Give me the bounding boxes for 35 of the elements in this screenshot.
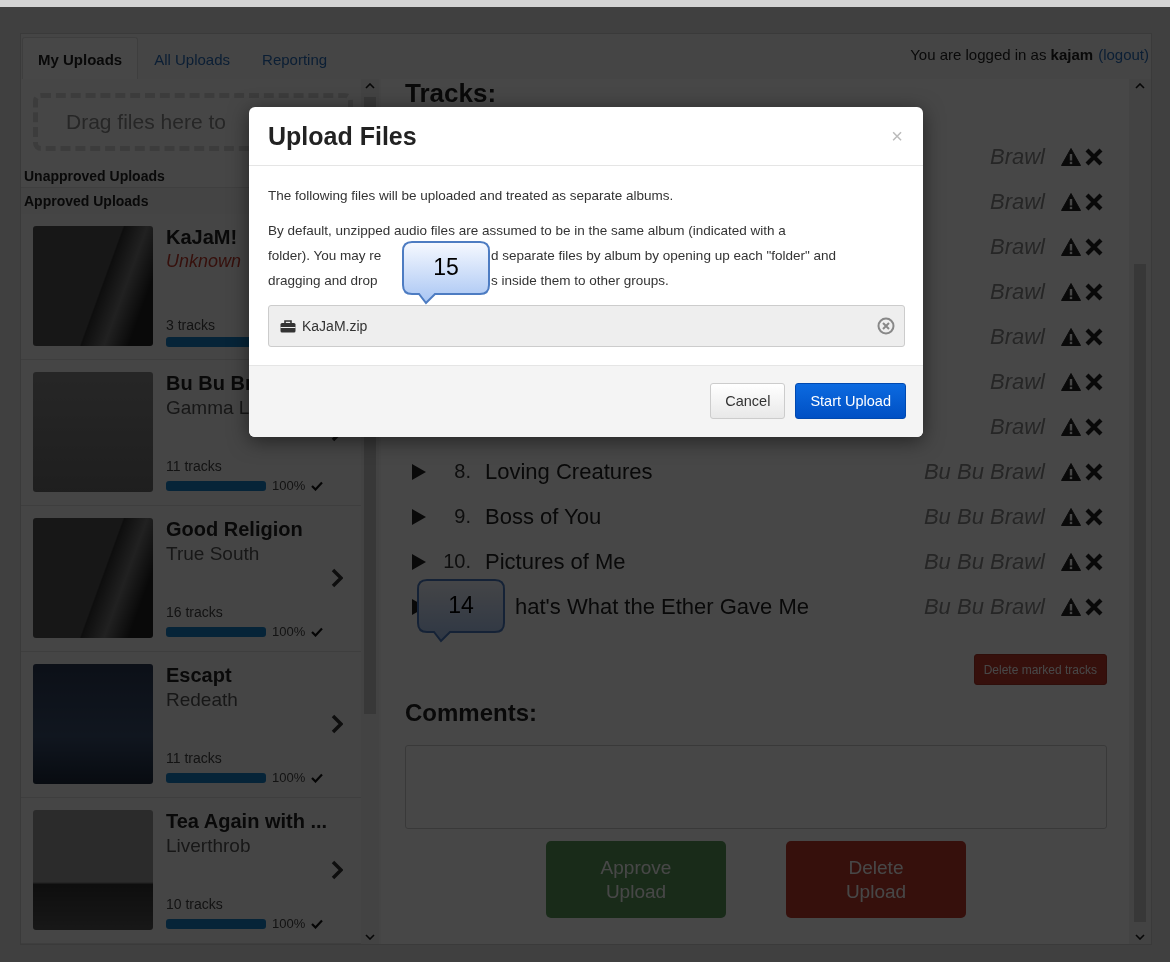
dialog-text: folder). You may re bbox=[268, 247, 383, 265]
album-title: KaJaM! bbox=[166, 226, 238, 249]
dialog-title: Upload Files bbox=[268, 121, 417, 151]
album-artist: Unknown bbox=[166, 251, 242, 272]
album-title: Tea Again with ... bbox=[166, 810, 328, 833]
dialog-text: By default, unzipped audio files are assumed to be in the same album (indicated with a bbox=[268, 223, 786, 238]
remove-icon[interactable] bbox=[877, 317, 895, 335]
track-number: 8. bbox=[454, 460, 471, 482]
track-title: Loving Creatures bbox=[485, 458, 653, 484]
logout-link[interactable]: (logout) bbox=[1098, 46, 1149, 63]
file-item[interactable]: KaJaM.zip bbox=[268, 305, 905, 347]
dialog-text: The following files will be uploaded and treated as separate albums. bbox=[268, 187, 675, 205]
track-title: hat's What the Ether Gave Me bbox=[515, 593, 809, 619]
album-title: Bu Bu Br bbox=[166, 372, 253, 395]
comments-heading: Comments: bbox=[405, 699, 537, 727]
login-text: You are logged in as kajam bbox=[910, 46, 1094, 63]
close-button[interactable]: × bbox=[889, 124, 905, 148]
tab[interactable]: Reporting bbox=[246, 37, 344, 79]
callout-tooltip: 15 bbox=[401, 240, 491, 306]
tracks-heading: Tracks: bbox=[405, 79, 497, 107]
track-title: Boss of You bbox=[485, 503, 602, 529]
album-title: Escapt bbox=[166, 664, 232, 687]
track-number: 10. bbox=[443, 550, 471, 572]
section-heading: Unapproved Uploads bbox=[23, 167, 166, 186]
album-title: Good Religion bbox=[166, 518, 303, 541]
cancel-button[interactable]: Cancel bbox=[710, 383, 786, 419]
track-title: Pictures of Me bbox=[485, 548, 626, 574]
dialog-text: s inside them to other groups. bbox=[491, 272, 669, 290]
track-number: 9. bbox=[454, 505, 471, 527]
start-upload-button[interactable]: Start Upload bbox=[795, 383, 906, 419]
briefcase-icon bbox=[280, 319, 296, 333]
tab[interactable]: All Uploads bbox=[138, 37, 247, 79]
dialog-text: dragging and drop bbox=[268, 272, 379, 290]
file-name: KaJaM.zip bbox=[302, 318, 369, 334]
dialog-text: d separate files by album by opening up each "folder" and bbox=[491, 247, 837, 265]
